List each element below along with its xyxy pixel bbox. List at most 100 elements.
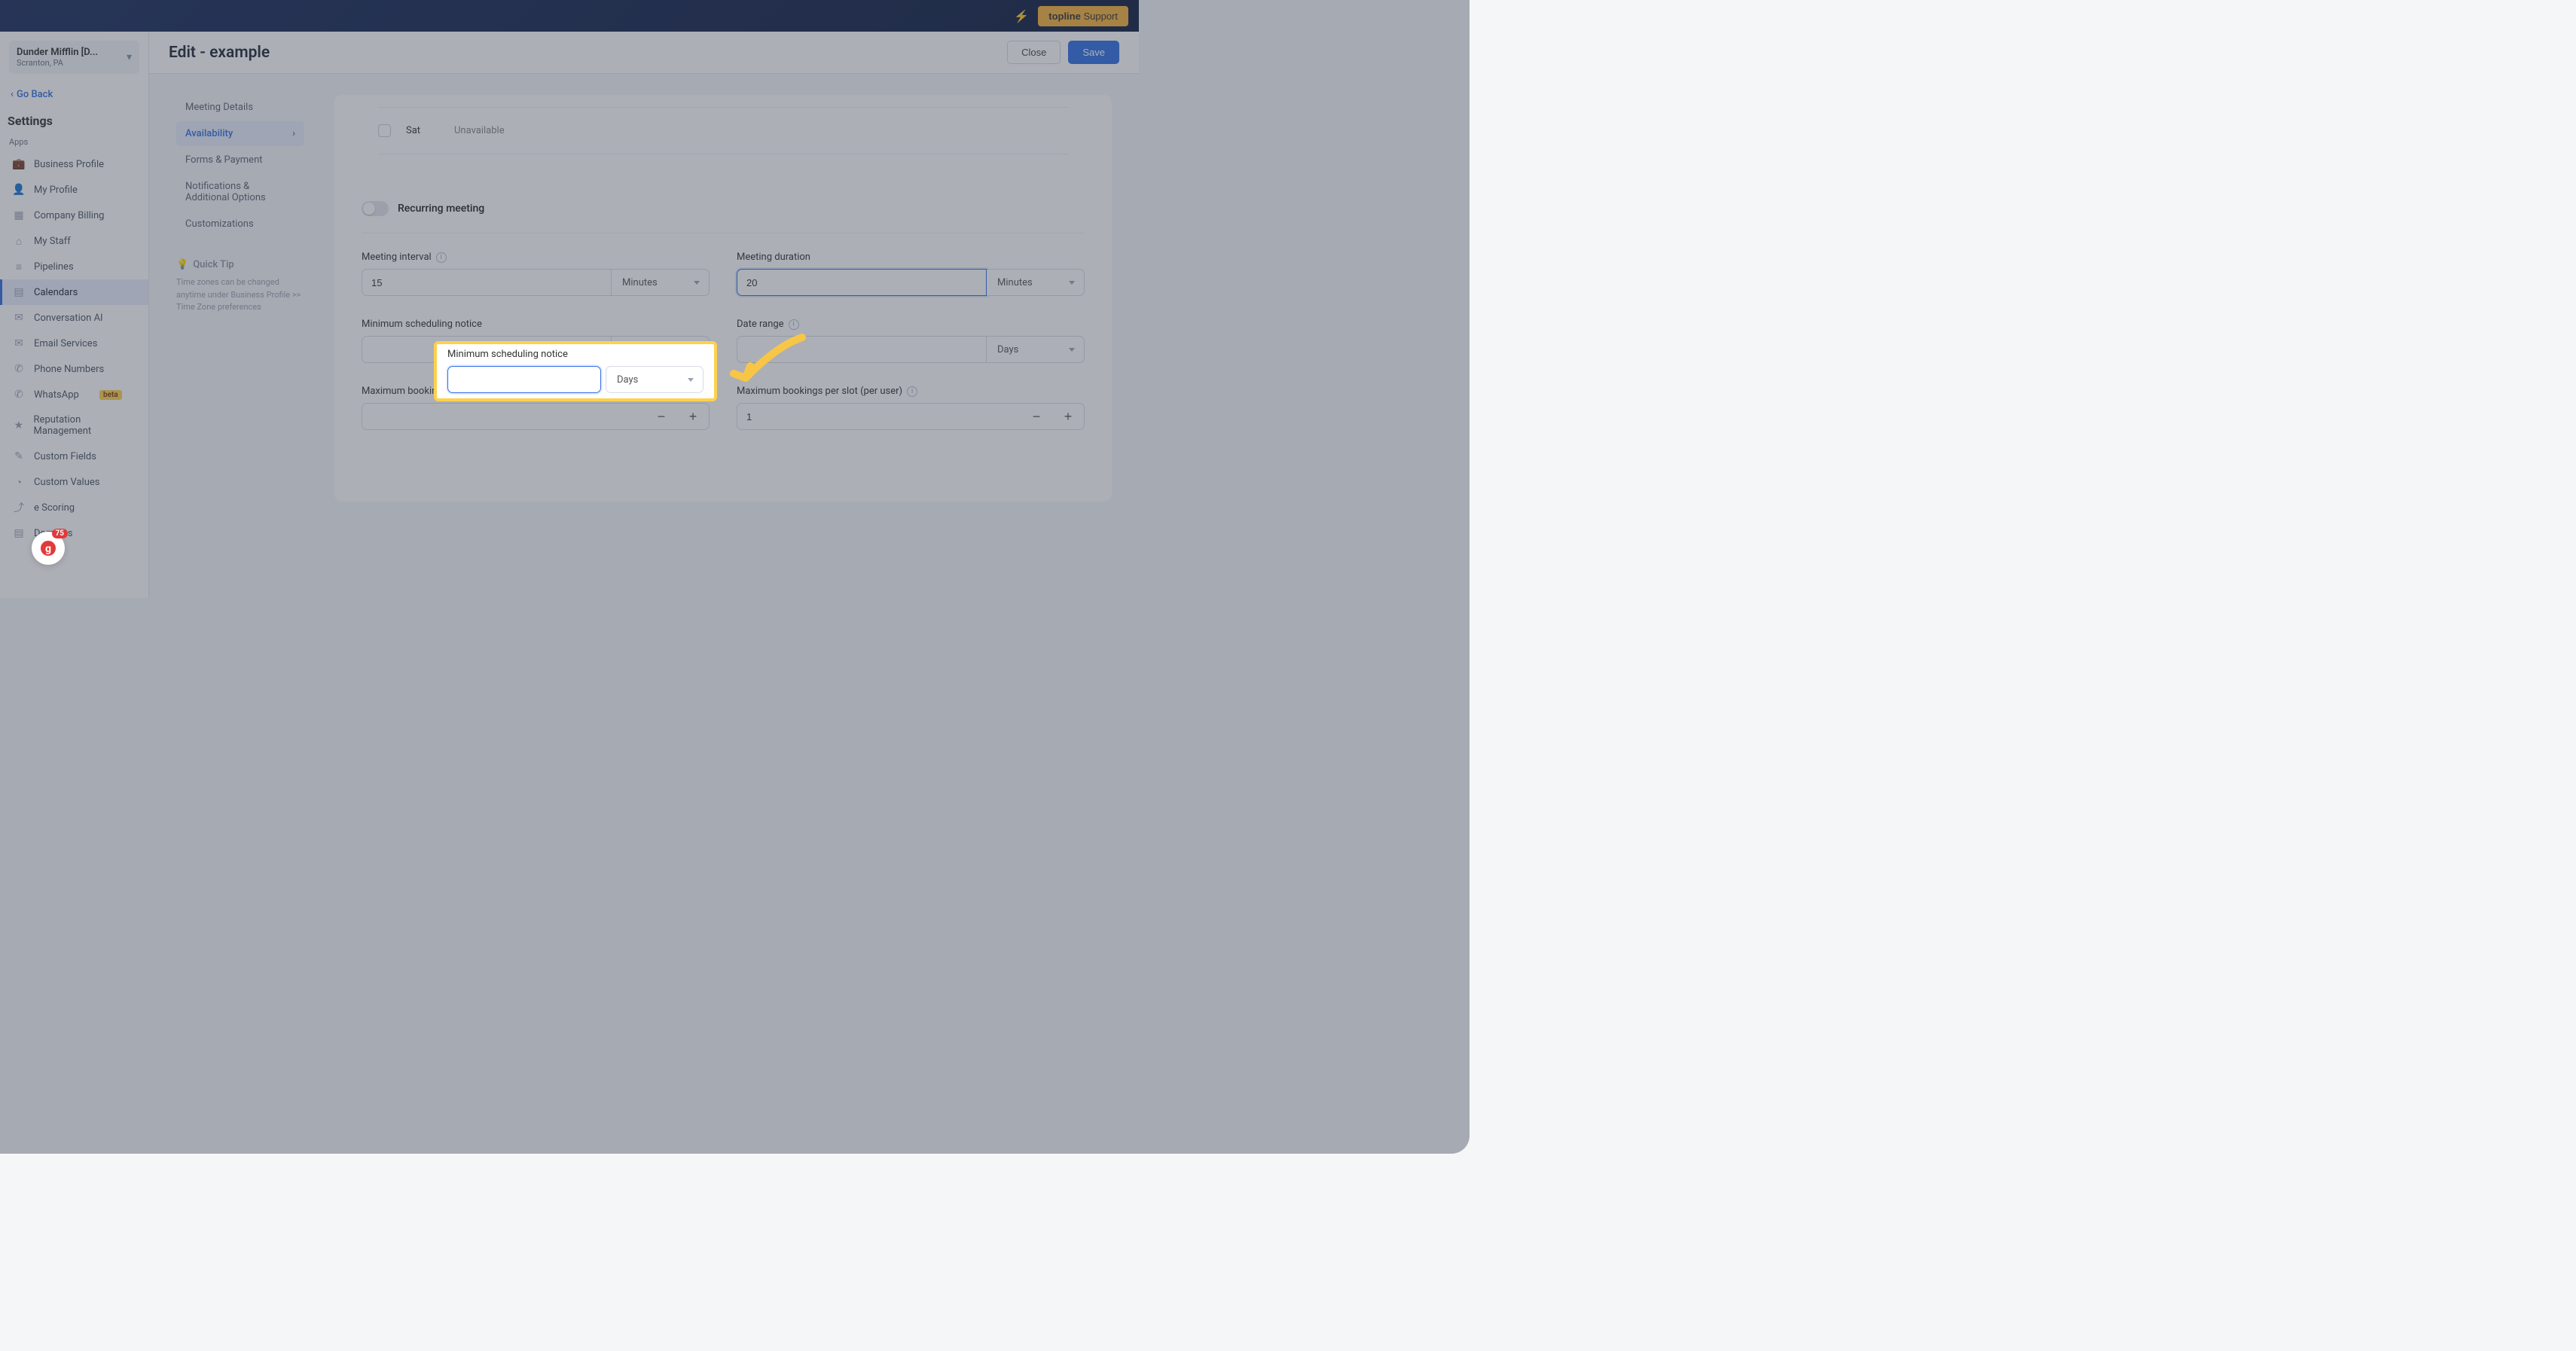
staff-icon: ⌂ bbox=[13, 235, 25, 247]
sat-checkbox[interactable] bbox=[378, 124, 391, 137]
domains-icon: ▤ bbox=[13, 527, 25, 539]
side-item-calendars[interactable]: ▤ Calendars bbox=[0, 279, 148, 305]
guru-badge: 75 bbox=[52, 529, 68, 538]
calendar-icon: ▤ bbox=[13, 286, 25, 298]
availability-row-sat: Sat Unavailable bbox=[378, 107, 1068, 154]
briefcase-icon: 💼 bbox=[13, 158, 25, 170]
side-label: My Staff bbox=[34, 236, 71, 247]
quick-tip: 💡 Quick Tip Time zones can be changed any… bbox=[176, 259, 304, 314]
save-button[interactable]: Save bbox=[1068, 41, 1119, 64]
side-item-pipelines[interactable]: ≡ Pipelines bbox=[0, 254, 148, 279]
tab-notifications[interactable]: Notifications & Additional Options bbox=[176, 174, 304, 210]
decrement-button[interactable]: − bbox=[1021, 404, 1052, 429]
user-icon: 👤 bbox=[13, 184, 25, 196]
meeting-interval-input[interactable] bbox=[362, 269, 612, 296]
meeting-duration-field: Meeting duration Minutes bbox=[737, 252, 1085, 296]
top-banner: ⚡ topline Support bbox=[0, 0, 1139, 32]
side-label: My Profile bbox=[34, 185, 78, 196]
side-label: Conversation AI bbox=[34, 313, 103, 324]
star-icon: ★ bbox=[13, 419, 25, 432]
meeting-interval-unit[interactable]: Minutes bbox=[612, 269, 710, 296]
side-label: Custom Fields bbox=[34, 451, 96, 462]
meeting-interval-field: Meeting interval i Minutes bbox=[362, 252, 710, 296]
side-label: Pipelines bbox=[34, 261, 74, 273]
max-per-day-input[interactable] bbox=[362, 404, 646, 429]
close-button[interactable]: Close bbox=[1007, 41, 1061, 64]
chevron-down-icon: ▾ bbox=[127, 51, 132, 63]
field-label-text: Date range bbox=[737, 319, 784, 330]
support-brand: topline bbox=[1048, 11, 1081, 22]
decrement-button[interactable]: − bbox=[646, 404, 677, 429]
side-item-conversation-ai[interactable]: ✉Conversation AI bbox=[0, 305, 148, 331]
side-item-custom-values[interactable]: ◔Custom Values bbox=[0, 469, 148, 495]
pipelines-icon: ≡ bbox=[13, 261, 25, 273]
tab-forms-payment[interactable]: Forms & Payment bbox=[176, 148, 304, 172]
quick-tip-label: Quick Tip bbox=[193, 259, 234, 270]
tab-availability[interactable]: Availability› bbox=[176, 121, 304, 146]
increment-button[interactable]: + bbox=[1052, 404, 1084, 429]
max-per-slot-input[interactable] bbox=[737, 404, 1021, 429]
field-label-text: Minimum scheduling notice bbox=[362, 319, 710, 330]
grid-icon: ▦ bbox=[13, 209, 25, 221]
secondary-nav: Meeting Details Availability› Forms & Pa… bbox=[176, 95, 304, 583]
go-back-label: Go Back bbox=[17, 89, 53, 100]
side-label: Business Profile bbox=[34, 159, 104, 170]
sidebar: Dunder Mifflin [D... Scranton, PA ▾ ‹ Go… bbox=[0, 32, 149, 598]
side-item-phone-numbers[interactable]: ✆Phone Numbers bbox=[0, 356, 148, 382]
side-item-reputation[interactable]: ★Reputation Management bbox=[0, 407, 148, 444]
side-item-custom-fields[interactable]: ✎Custom Fields bbox=[0, 444, 148, 469]
side-label: Calendars bbox=[34, 287, 78, 298]
field-label-text: Meeting interval bbox=[362, 252, 432, 263]
org-switcher[interactable]: Dunder Mifflin [D... Scranton, PA ▾ bbox=[9, 41, 139, 74]
side-item-domains[interactable]: ▤Domains bbox=[0, 520, 148, 546]
increment-button[interactable]: + bbox=[677, 404, 709, 429]
side-item-my-staff[interactable]: ⌂ My Staff bbox=[0, 228, 148, 254]
form-panel: Sat Unavailable Recurring meeting Meetin… bbox=[334, 95, 1112, 502]
support-label: Support bbox=[1081, 11, 1118, 22]
info-icon[interactable]: i bbox=[436, 252, 447, 263]
sat-label: Sat bbox=[406, 125, 439, 136]
date-range-field: Date range i Days bbox=[737, 319, 1085, 363]
support-button[interactable]: topline Support bbox=[1038, 6, 1128, 26]
side-label: Phone Numbers bbox=[34, 364, 104, 375]
tab-customizations[interactable]: Customizations bbox=[176, 212, 304, 236]
max-bookings-slot-field: Maximum bookings per slot (per user)i − … bbox=[737, 386, 1085, 430]
tab-meeting-details[interactable]: Meeting Details bbox=[176, 95, 304, 120]
info-icon[interactable]: i bbox=[789, 319, 799, 330]
values-icon: ◔ bbox=[13, 476, 25, 488]
side-item-business-profile[interactable]: 💼 Business Profile bbox=[0, 151, 148, 177]
chart-icon: ⤴ bbox=[13, 502, 25, 514]
go-back[interactable]: ‹ Go Back bbox=[0, 83, 148, 106]
side-label: WhatsApp bbox=[34, 389, 79, 401]
guru-widget[interactable]: g 75 bbox=[32, 532, 65, 565]
beta-badge: beta bbox=[99, 390, 122, 400]
svg-text:g: g bbox=[45, 543, 51, 555]
date-range-unit[interactable]: Days bbox=[987, 336, 1085, 363]
page-title: Edit - example bbox=[169, 44, 270, 62]
sat-status: Unavailable bbox=[454, 125, 505, 136]
min-notice-input[interactable] bbox=[447, 366, 601, 393]
recurring-toggle[interactable] bbox=[362, 201, 389, 216]
recurring-row: Recurring meeting bbox=[362, 185, 1085, 233]
date-range-input[interactable] bbox=[737, 336, 987, 363]
side-item-company-billing[interactable]: ▦ Company Billing bbox=[0, 203, 148, 228]
tab-label: Availability bbox=[185, 128, 233, 139]
quick-tip-body: Time zones can be changed anytime under … bbox=[176, 276, 304, 314]
side-item-my-profile[interactable]: 👤 My Profile bbox=[0, 177, 148, 203]
field-label-text: Maximum bookings per slot (per user) bbox=[737, 386, 902, 397]
meeting-duration-input[interactable] bbox=[737, 269, 987, 296]
side-item-email-services[interactable]: ✉Email Services bbox=[0, 331, 148, 356]
highlight-min-notice: Minimum scheduling notice Days bbox=[434, 341, 717, 401]
side-label: e Scoring bbox=[34, 502, 75, 514]
min-notice-unit[interactable]: Days bbox=[606, 366, 704, 393]
side-item-whatsapp[interactable]: ✆WhatsApp beta bbox=[0, 382, 148, 407]
section-apps-label: Apps bbox=[0, 133, 148, 151]
org-name: Dunder Mifflin [D... bbox=[17, 47, 98, 58]
side-label: Company Billing bbox=[34, 210, 104, 221]
org-sub: Scranton, PA bbox=[17, 58, 98, 68]
meeting-duration-unit[interactable]: Minutes bbox=[987, 269, 1085, 296]
lightbulb-icon: 💡 bbox=[176, 259, 188, 270]
side-item-scoring[interactable]: ⤴ e Scoring bbox=[0, 495, 148, 520]
top-banner-right: ⚡ topline Support bbox=[1014, 6, 1128, 26]
info-icon[interactable]: i bbox=[907, 386, 917, 397]
